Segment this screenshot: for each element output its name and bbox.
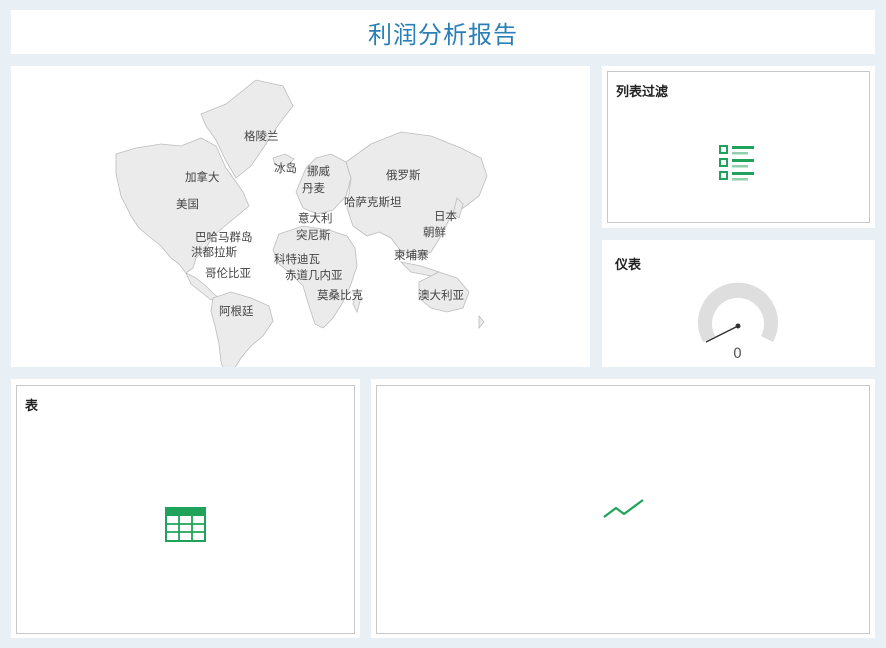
label-bahamas: 巴哈马群岛 — [195, 230, 253, 244]
country-new-zealand — [478, 314, 485, 330]
label-kazakhstan: 哈萨克斯坦 — [344, 195, 402, 209]
label-canada: 加拿大 — [185, 170, 220, 184]
line-chart-icon — [603, 499, 644, 518]
label-equatorial-guinea: 赤道几内亚 — [285, 268, 343, 282]
region-indonesia — [399, 261, 441, 277]
report-title: 利润分析报告 — [368, 20, 518, 49]
label-cambodia: 柬埔寨 — [394, 248, 429, 262]
world-map-widget[interactable]: 格陵兰 冰岛 挪威 加拿大 丹麦 俄罗斯 美国 哈萨克斯坦 意大利 日本 突尼斯… — [11, 66, 590, 367]
label-denmark: 丹麦 — [302, 181, 325, 195]
label-iceland: 冰岛 — [274, 161, 297, 175]
label-italy: 意大利 — [298, 211, 333, 225]
label-ivory-coast: 科特迪瓦 — [274, 252, 320, 266]
label-usa: 美国 — [176, 197, 199, 211]
label-australia: 澳大利亚 — [418, 288, 464, 302]
label-tunisia: 突尼斯 — [296, 228, 331, 242]
table-widget: 表 — [11, 379, 360, 638]
label-greenland: 格陵兰 — [244, 129, 279, 143]
line-chart-widget — [371, 379, 875, 638]
label-honduras: 洪都拉斯 — [191, 245, 237, 259]
list-filter-widget: 列表过滤 — [602, 66, 875, 228]
list-filter-icon — [719, 145, 754, 181]
label-colombia: 哥伦比亚 — [205, 266, 251, 280]
label-north-korea: 朝鲜 — [423, 225, 446, 239]
table-title: 表 — [25, 399, 39, 414]
label-argentina: 阿根廷 — [219, 304, 254, 318]
label-japan: 日本 — [434, 209, 457, 223]
label-norway: 挪威 — [307, 164, 330, 178]
label-russia: 俄罗斯 — [386, 168, 421, 182]
line-chart-frame[interactable] — [376, 385, 870, 634]
label-mozambique: 莫桑比克 — [317, 288, 363, 302]
list-filter-title: 列表过滤 — [616, 85, 669, 100]
report-header: 利润分析报告 — [11, 10, 875, 54]
table-icon — [165, 507, 206, 542]
gauge-value: 0 — [733, 346, 742, 362]
list-filter-frame[interactable]: 列表过滤 — [607, 71, 870, 223]
gauge-dial — [698, 282, 778, 343]
table-frame[interactable]: 表 — [16, 385, 355, 634]
gauge-title: 仪表 — [615, 258, 642, 273]
gauge-widget[interactable]: 仪表 0 — [602, 240, 875, 367]
